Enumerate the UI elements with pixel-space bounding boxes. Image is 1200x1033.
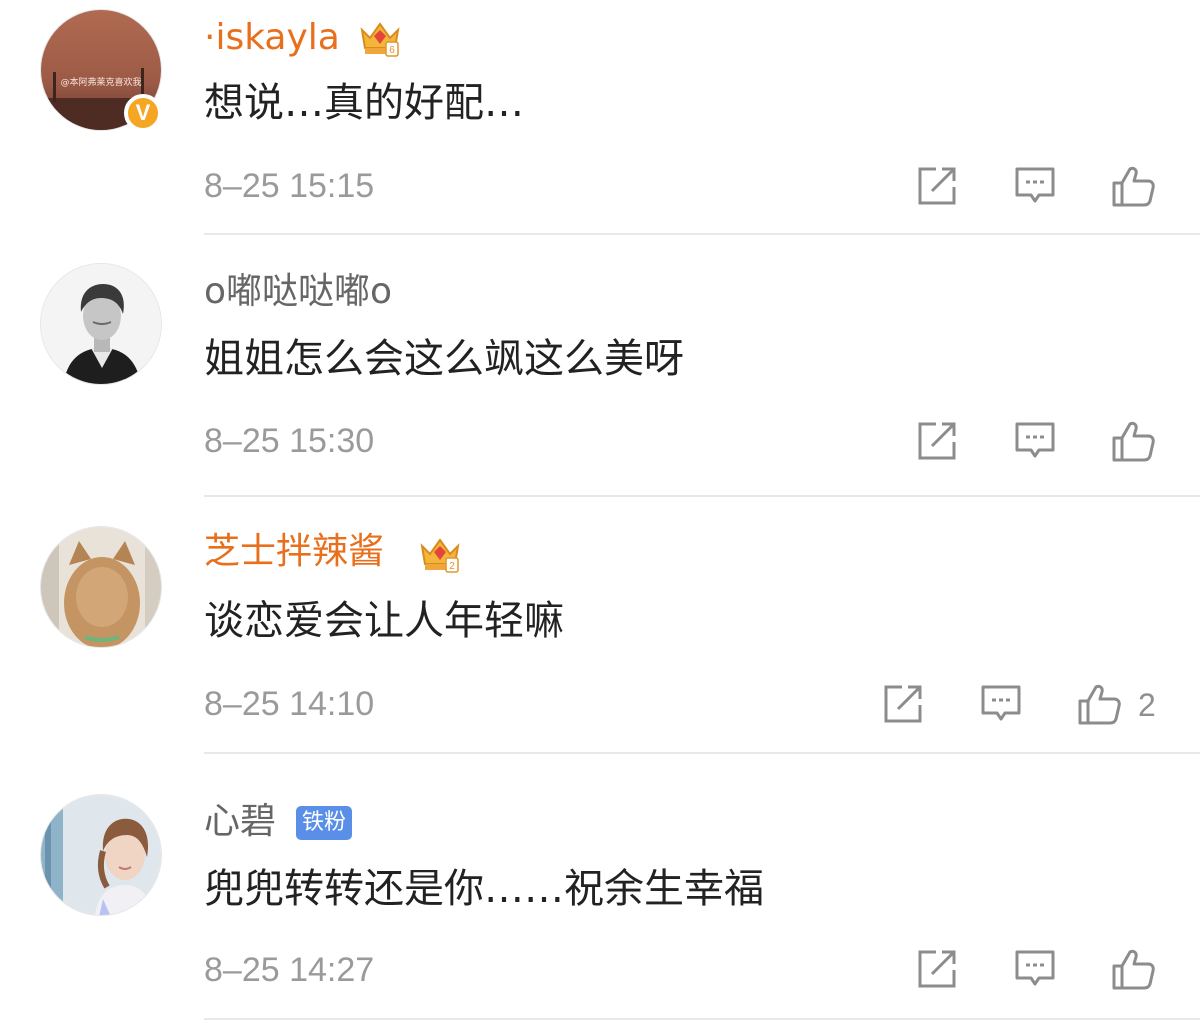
comment-divider: [204, 1018, 1200, 1020]
comment-divider: [204, 233, 1200, 235]
comment-text: 兜兜转转还是你……祝余生幸福: [204, 866, 764, 912]
comment-item: o嘟哒哒嘟o 姐姐怎么会这么飒这么美呀 8–25 15:30: [0, 236, 1200, 498]
like-count: 2: [1138, 687, 1156, 723]
verified-badge: V: [124, 94, 162, 132]
comment-divider: [204, 495, 1200, 497]
vip-crown-icon: 2: [420, 538, 460, 573]
comment-icon[interactable]: [1012, 946, 1058, 992]
share-icon[interactable]: [880, 681, 926, 727]
share-icon[interactable]: [914, 163, 960, 209]
comment-icon[interactable]: [1012, 418, 1058, 464]
timestamp: 8–25 14:27: [204, 951, 375, 989]
timestamp: 8–25 15:30: [204, 422, 375, 460]
comment-text: 姐姐怎么会这么飒这么美呀: [204, 336, 684, 382]
svg-text:2: 2: [449, 561, 455, 572]
timestamp: 8–25 15:15: [204, 167, 375, 205]
username[interactable]: 心碧: [204, 800, 276, 844]
avatar[interactable]: [40, 263, 162, 385]
like-icon[interactable]: [1110, 163, 1156, 209]
comment-text: 想说…真的好配…: [204, 80, 524, 126]
like-icon[interactable]: [1076, 681, 1122, 727]
vip-crown-icon: 6: [360, 22, 400, 57]
avatar-image: [41, 795, 161, 915]
comment-item: 芝士拌辣酱 2 谈恋爱会让人年轻嘛 8–25 14:10 2: [0, 498, 1200, 754]
fan-badge: 铁粉: [296, 806, 353, 840]
timestamp: 8–25 14:10: [204, 685, 375, 723]
username[interactable]: 芝士拌辣酱: [204, 530, 384, 574]
like-icon[interactable]: [1110, 946, 1156, 992]
avatar-image: [41, 264, 161, 384]
username[interactable]: ·iskayla: [204, 16, 340, 60]
comment-icon[interactable]: [1012, 163, 1058, 209]
like-icon[interactable]: [1110, 418, 1156, 464]
avatar[interactable]: [40, 794, 162, 916]
verified-mark: V: [135, 100, 151, 125]
comment-item: 心碧 铁粉 兜兜转转还是你……祝余生幸福 8–25 14:27: [0, 754, 1200, 1033]
comment-icon[interactable]: [978, 681, 1024, 727]
share-icon[interactable]: [914, 946, 960, 992]
svg-text:6: 6: [389, 45, 395, 56]
comment-text: 谈恋爱会让人年轻嘛: [204, 598, 564, 644]
username[interactable]: o嘟哒哒嘟o: [204, 270, 392, 314]
avatar-image: [41, 527, 161, 647]
avatar-watermark: @本阿弗莱克喜欢我: [60, 76, 141, 88]
share-icon[interactable]: [914, 418, 960, 464]
comment-item: @本阿弗莱克喜欢我 V ·iskayla 6 想说…真的好配… 8–25 15:…: [0, 0, 1200, 236]
avatar[interactable]: [40, 526, 162, 648]
